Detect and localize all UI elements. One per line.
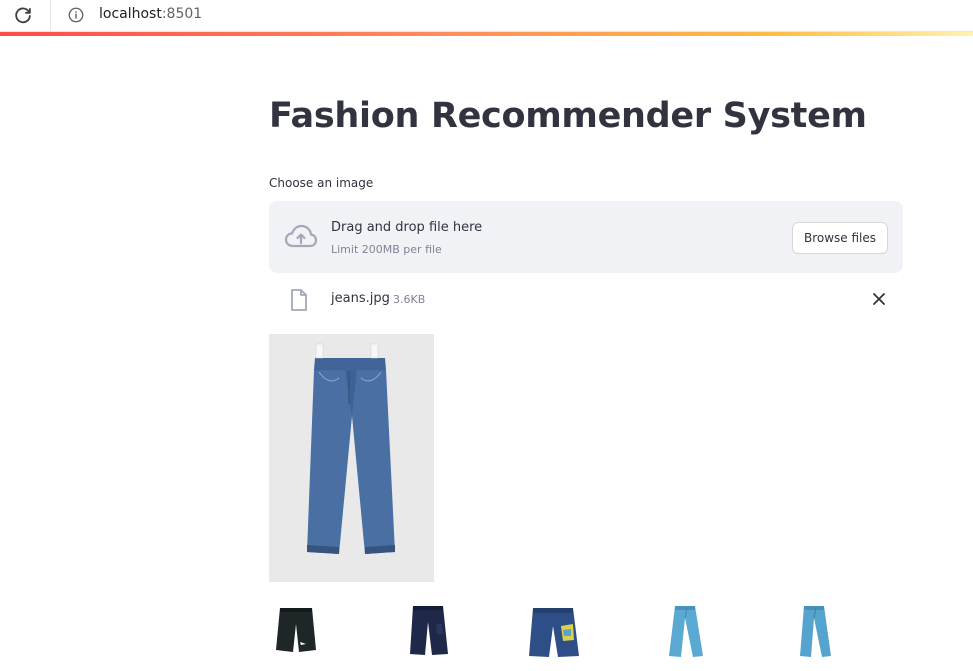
- info-icon[interactable]: [67, 6, 85, 24]
- page-title: Fashion Recommender System: [269, 96, 867, 136]
- uploaded-image: [269, 334, 434, 582]
- dropzone-limit: Limit 200MB per file: [331, 243, 442, 256]
- address-bar[interactable]: localhost:8501: [99, 6, 202, 22]
- browser-toolbar: localhost:8501: [0, 0, 973, 32]
- app-header-decoration: [0, 32, 973, 36]
- url-port: :8501: [161, 6, 203, 22]
- file-icon: [291, 289, 307, 311]
- uploaded-file-row: jeans.jpg 3.6KB: [269, 283, 903, 315]
- url-host: localhost: [99, 6, 162, 22]
- file-name: jeans.jpg: [331, 291, 390, 306]
- uploader-label: Choose an image: [269, 176, 374, 190]
- recommendation-5: [800, 606, 831, 657]
- file-size: 3.6KB: [393, 293, 426, 306]
- recommendation-4: [669, 606, 703, 657]
- file-dropzone[interactable]: Drag and drop file here Limit 200MB per …: [269, 201, 903, 273]
- jeans-image: [269, 334, 434, 582]
- reload-icon[interactable]: [12, 5, 34, 27]
- cloud-upload-icon: [284, 224, 318, 248]
- toolbar-divider: [50, 0, 51, 32]
- recommendation-2: [410, 606, 448, 655]
- close-icon[interactable]: [869, 289, 889, 309]
- dropzone-instructions: Drag and drop file here: [331, 220, 483, 235]
- recommendation-3: [529, 608, 579, 657]
- recommendation-1: [276, 608, 316, 652]
- browse-files-button[interactable]: Browse files: [792, 222, 888, 254]
